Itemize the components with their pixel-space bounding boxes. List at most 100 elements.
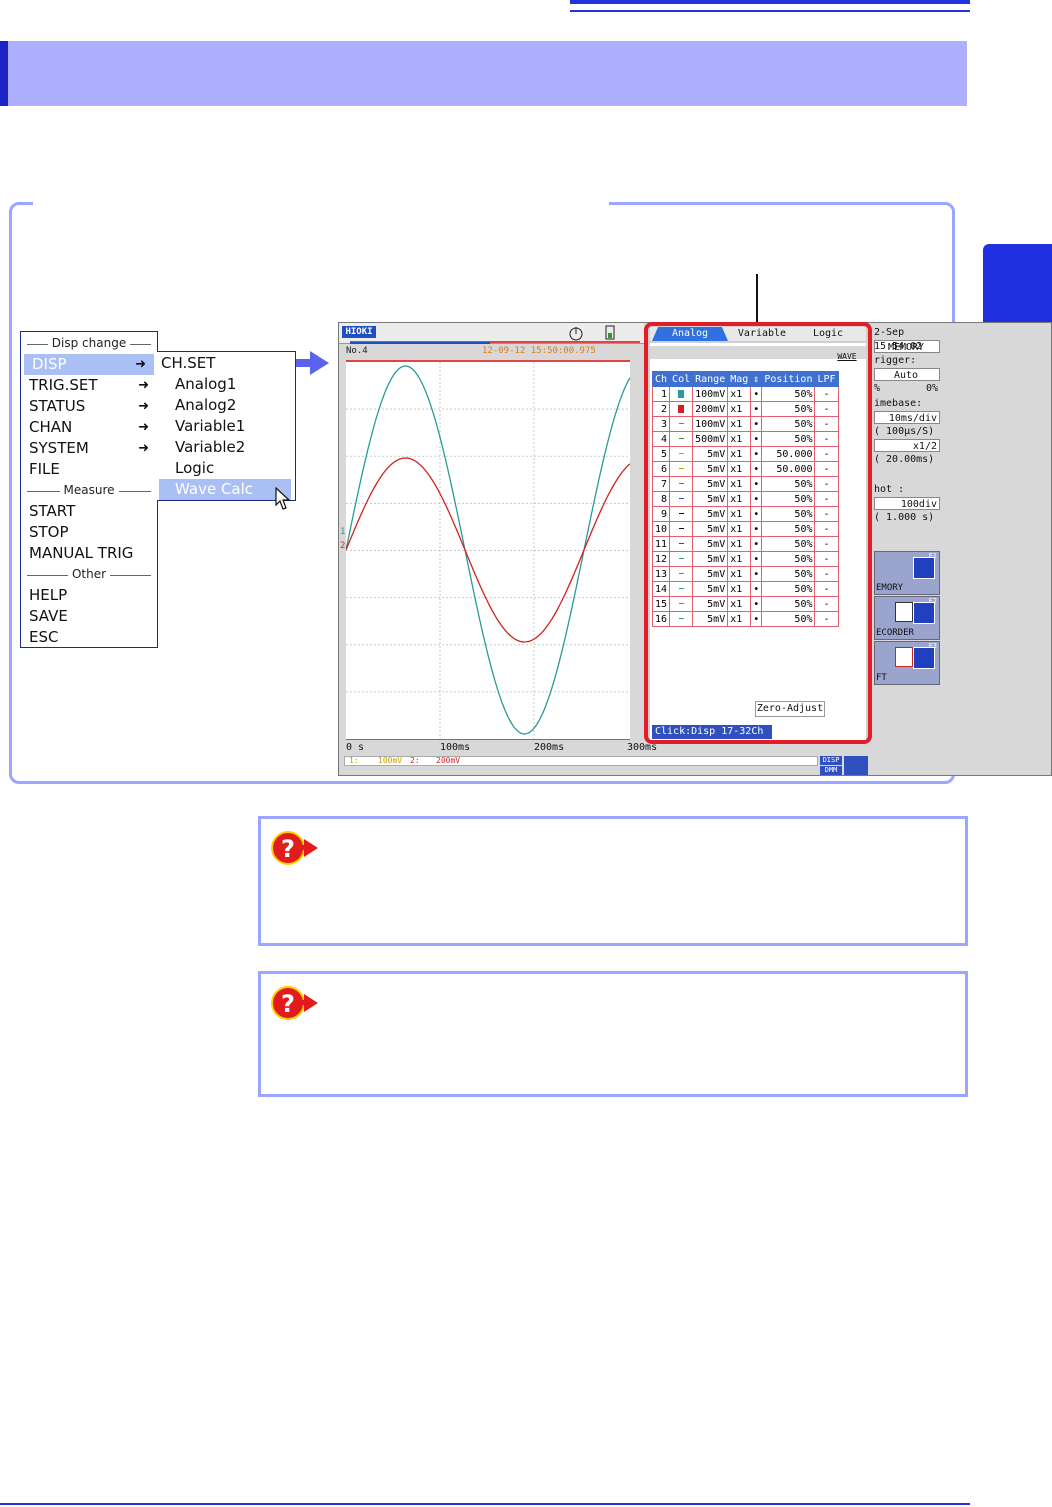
menu-item-file[interactable]: FILE <box>21 459 157 480</box>
table-row[interactable]: 5 5mV x1 • 50.000- <box>651 446 839 462</box>
cell-channel[interactable]: 13 <box>651 566 671 582</box>
cell-mag[interactable]: x1 <box>727 566 752 582</box>
cell-color[interactable] <box>669 386 694 402</box>
cell-range[interactable]: 5mV <box>692 611 729 627</box>
disp-button[interactable]: DISP <box>820 756 842 765</box>
cell-color[interactable] <box>669 461 694 477</box>
function-fft-button[interactable]: F3 FT <box>874 641 940 685</box>
cell-channel[interactable]: 16 <box>651 611 671 627</box>
tab-logic[interactable]: Logic <box>790 327 866 341</box>
table-row[interactable]: 14 5mV x1 • 50% - <box>651 581 839 597</box>
cell-range[interactable]: 5mV <box>692 461 729 477</box>
cell-mag[interactable]: x1 <box>727 476 752 492</box>
cell-lpf[interactable]: - <box>814 566 839 582</box>
cell-lpf[interactable]: - <box>814 491 839 507</box>
cell-invert[interactable]: • <box>750 536 763 552</box>
cell-range[interactable]: 500mV <box>692 431 729 447</box>
cell-channel[interactable]: 14 <box>651 581 671 597</box>
cell-invert[interactable]: • <box>750 596 763 612</box>
cell-range[interactable]: 5mV <box>692 476 729 492</box>
cell-channel[interactable]: 5 <box>651 446 671 462</box>
submenu-item-analog2[interactable]: Analog2 <box>157 395 295 416</box>
scroll-bar-position[interactable] <box>350 342 490 344</box>
submenu-ch-set[interactable]: CH.SET <box>157 353 295 374</box>
cell-mag[interactable]: x1 <box>727 521 752 537</box>
cell-color[interactable] <box>669 401 694 417</box>
cell-color[interactable] <box>669 551 694 567</box>
cell-lpf[interactable]: - <box>814 551 839 567</box>
cell-range[interactable]: 5mV <box>692 596 729 612</box>
menu-item-help[interactable]: HELP <box>21 585 157 606</box>
menu-item-system[interactable]: SYSTEM ➜ <box>21 438 157 459</box>
cell-range[interactable]: 200mV <box>692 401 729 417</box>
submenu-item-wave-calc[interactable]: Wave Calc <box>159 479 291 500</box>
cell-invert[interactable]: • <box>750 581 763 597</box>
cell-position[interactable]: 50% <box>761 566 816 582</box>
cell-invert[interactable]: • <box>750 446 763 462</box>
cell-position[interactable]: 50% <box>761 521 816 537</box>
cell-lpf[interactable]: - <box>814 536 839 552</box>
cell-range[interactable]: 5mV <box>692 581 729 597</box>
cell-position[interactable]: 50.000 <box>761 461 816 477</box>
cell-position[interactable]: 50% <box>761 416 816 432</box>
table-row[interactable]: 8 5mV x1 • 50% - <box>651 491 839 507</box>
cell-range[interactable]: 5mV <box>692 551 729 567</box>
cell-mag[interactable]: x1 <box>727 446 752 462</box>
submenu-item-variable1[interactable]: Variable1 <box>157 416 295 437</box>
cell-lpf[interactable]: - <box>814 386 839 402</box>
zero-adjust-button[interactable]: Zero-Adjust <box>755 701 825 717</box>
menu-item-status[interactable]: STATUS ➜ <box>21 396 157 417</box>
submenu-item-analog1[interactable]: Analog1 <box>157 374 295 395</box>
status-shot-value[interactable]: 100div <box>874 497 940 510</box>
cell-color[interactable] <box>669 476 694 492</box>
menu-item-manual-trig[interactable]: MANUAL TRIG <box>21 543 157 564</box>
table-row[interactable]: 1 100mV x1 • 50% - <box>651 386 839 402</box>
cell-color[interactable] <box>669 611 694 627</box>
cell-position[interactable]: 50.000 <box>761 446 816 462</box>
cell-mag[interactable]: x1 <box>727 431 752 447</box>
cell-channel[interactable]: 3 <box>651 416 671 432</box>
table-row[interactable]: 9 5mV x1 • 50% - <box>651 506 839 522</box>
menu-item-disp[interactable]: DISP ➜ <box>24 354 154 375</box>
cell-mag[interactable]: x1 <box>727 611 752 627</box>
table-row[interactable]: 10 5mV x1 • 50% - <box>651 521 839 537</box>
cell-position[interactable]: 50% <box>761 386 816 402</box>
cell-lpf[interactable]: - <box>814 521 839 537</box>
cell-channel[interactable]: 1 <box>651 386 671 402</box>
cell-range[interactable]: 5mV <box>692 536 729 552</box>
cell-invert[interactable]: • <box>750 611 763 627</box>
cell-color[interactable] <box>669 581 694 597</box>
dmm-button[interactable]: DMM <box>820 766 842 775</box>
menu-item-save[interactable]: SAVE <box>21 606 157 627</box>
cell-invert[interactable]: • <box>750 506 763 522</box>
cell-range[interactable]: 100mV <box>692 416 729 432</box>
cell-lpf[interactable]: - <box>814 596 839 612</box>
menu-item-stop[interactable]: STOP <box>21 522 157 543</box>
cell-color[interactable] <box>669 446 694 462</box>
cell-position[interactable]: 50% <box>761 536 816 552</box>
mode-toggle-button[interactable] <box>844 756 868 775</box>
cell-position[interactable]: 50% <box>761 581 816 597</box>
menu-item-chan[interactable]: CHAN ➜ <box>21 417 157 438</box>
menu-item-start[interactable]: START <box>21 501 157 522</box>
cell-mag[interactable]: x1 <box>727 461 752 477</box>
table-row[interactable]: 7 5mV x1 • 50% - <box>651 476 839 492</box>
cell-invert[interactable]: • <box>750 431 763 447</box>
cell-lpf[interactable]: - <box>814 446 839 462</box>
cell-lpf[interactable]: - <box>814 401 839 417</box>
cell-range[interactable]: 100mV <box>692 386 729 402</box>
submenu-item-logic[interactable]: Logic <box>157 458 295 479</box>
cell-mag[interactable]: x1 <box>727 536 752 552</box>
cell-position[interactable]: 50% <box>761 611 816 627</box>
cell-position[interactable]: 50% <box>761 491 816 507</box>
table-row[interactable]: 13 5mV x1 • 50% - <box>651 566 839 582</box>
cell-range[interactable]: 5mV <box>692 566 729 582</box>
cell-position[interactable]: 50% <box>761 476 816 492</box>
cell-mag[interactable]: x1 <box>727 386 752 402</box>
cell-color[interactable] <box>669 566 694 582</box>
tab-variable[interactable]: Variable <box>724 327 800 341</box>
cell-range[interactable]: 5mV <box>692 521 729 537</box>
cell-invert[interactable]: • <box>750 401 763 417</box>
table-row[interactable]: 16 5mV x1 • 50% - <box>651 611 839 627</box>
cell-color[interactable] <box>669 521 694 537</box>
